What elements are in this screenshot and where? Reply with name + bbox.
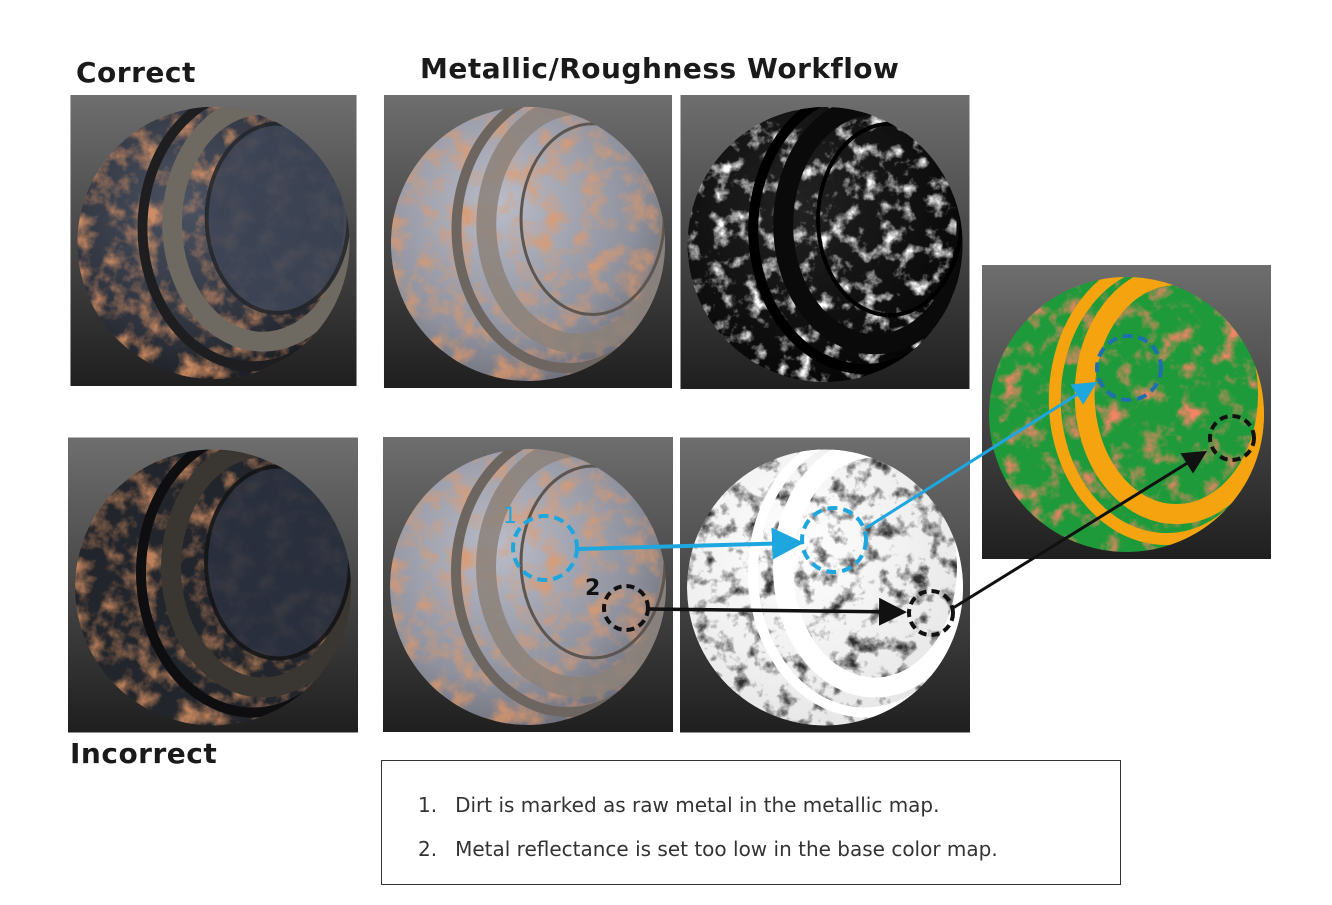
incorrect-render-sphere	[68, 437, 358, 733]
incorrect-label: Incorrect	[70, 737, 218, 770]
incorrect-base-color-sphere	[383, 437, 673, 732]
correct-label: Correct	[76, 56, 196, 89]
note-number: 1.	[418, 793, 438, 817]
note-text: Metal reflectance is set too low in the …	[455, 837, 998, 861]
note-number: 2.	[418, 837, 438, 861]
pbr-validation-sphere	[982, 264, 1271, 560]
workflow-title: Metallic/Roughness Workflow	[420, 52, 900, 85]
note-item: 2. Metal reflectance is set too low in t…	[418, 837, 998, 861]
note-item: 1. Dirt is marked as raw metal in the me…	[418, 793, 940, 817]
correct-render-sphere	[69, 95, 358, 386]
correct-metallic-map-sphere	[680, 95, 970, 389]
correct-base-color-sphere	[383, 95, 673, 388]
notes-box: 1. Dirt is marked as raw metal in the me…	[381, 760, 1121, 885]
incorrect-metallic-map-sphere	[680, 437, 970, 733]
note-text: Dirt is marked as raw metal in the metal…	[455, 793, 940, 817]
